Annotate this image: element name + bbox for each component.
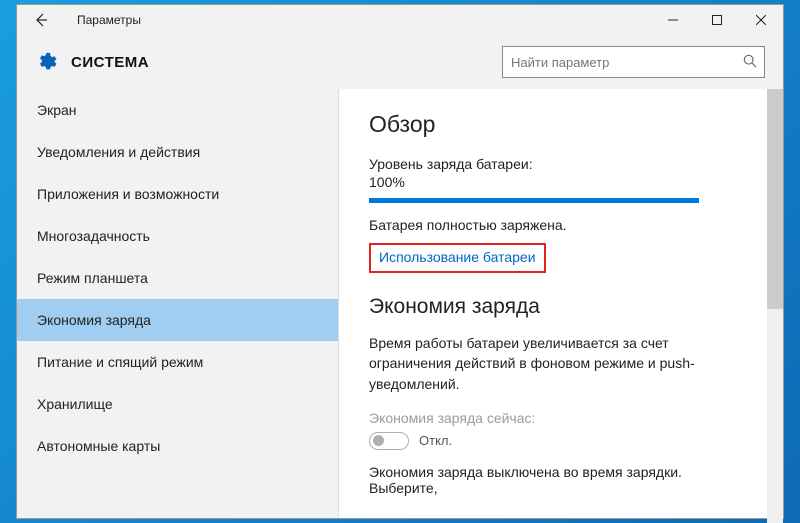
sidebar-item-label: Уведомления и действия — [37, 144, 200, 160]
saver-note: Экономия заряда выключена во время заряд… — [369, 464, 739, 496]
search-icon — [743, 54, 757, 71]
sidebar-item[interactable]: Питание и спящий режим — [17, 341, 338, 383]
titlebar: Параметры — [17, 5, 783, 35]
saver-toggle-row: Откл. — [369, 432, 755, 450]
arrow-left-icon — [33, 12, 49, 28]
battery-level-label: Уровень заряда батареи: — [369, 156, 755, 172]
saver-now-label: Экономия заряда сейчас: — [369, 410, 755, 426]
sidebar-item[interactable]: Экономия заряда — [17, 299, 338, 341]
maximize-button[interactable] — [695, 5, 739, 35]
saver-toggle-state: Откл. — [419, 433, 452, 448]
scrollbar[interactable] — [767, 89, 783, 523]
sidebar-item[interactable]: Многозадачность — [17, 215, 338, 257]
sidebar-item[interactable]: Хранилище — [17, 383, 338, 425]
body: Экран Уведомления и действия Приложения и … — [17, 89, 783, 518]
usage-link-highlight: Использование батареи — [369, 243, 546, 273]
sidebar-item[interactable]: Экран — [17, 89, 338, 131]
search-input[interactable] — [502, 46, 765, 78]
sidebar-item-label: Питание и спящий режим — [37, 354, 203, 370]
sidebar-item[interactable]: Уведомления и действия — [17, 131, 338, 173]
sidebar-item-label: Приложения и возможности — [37, 186, 219, 202]
window-title: Параметры — [77, 13, 141, 27]
sidebar-item[interactable]: Приложения и возможности — [17, 173, 338, 215]
gear-icon — [35, 51, 57, 73]
minimize-icon — [668, 15, 678, 25]
battery-usage-link[interactable]: Использование батареи — [379, 249, 536, 265]
settings-window: Параметры СИСТЕМА Экран Уведомления и дей… — [16, 4, 784, 519]
window-controls — [651, 5, 783, 35]
close-icon — [756, 15, 766, 25]
sidebar-item-label: Режим планшета — [37, 270, 148, 286]
back-button[interactable] — [17, 5, 65, 35]
content: Обзор Уровень заряда батареи: 100% Батар… — [339, 89, 783, 518]
overview-heading: Обзор — [369, 111, 755, 138]
sidebar: Экран Уведомления и действия Приложения и … — [17, 89, 339, 518]
battery-progress-bar — [369, 198, 699, 203]
saver-toggle[interactable] — [369, 432, 409, 450]
maximize-icon — [712, 15, 722, 25]
sidebar-item-label: Многозадачность — [37, 228, 150, 244]
saver-description: Время работы батареи увеличивается за сч… — [369, 333, 739, 394]
page-title: СИСТЕМА — [71, 54, 149, 71]
sidebar-item[interactable]: Автономные карты — [17, 425, 338, 467]
scroll-thumb[interactable] — [767, 89, 783, 309]
sidebar-item-label: Автономные карты — [37, 438, 160, 454]
header: СИСТЕМА — [17, 35, 783, 89]
sidebar-item-label: Экран — [37, 102, 77, 118]
toggle-knob — [373, 435, 384, 446]
sidebar-item-label: Экономия заряда — [37, 312, 151, 328]
minimize-button[interactable] — [651, 5, 695, 35]
close-button[interactable] — [739, 5, 783, 35]
battery-level-value: 100% — [369, 174, 755, 190]
sidebar-item[interactable]: Режим планшета — [17, 257, 338, 299]
battery-status: Батарея полностью заряжена. — [369, 217, 755, 233]
saver-heading: Экономия заряда — [369, 295, 755, 319]
sidebar-item-label: Хранилище — [37, 396, 113, 412]
search-wrap — [502, 46, 765, 78]
